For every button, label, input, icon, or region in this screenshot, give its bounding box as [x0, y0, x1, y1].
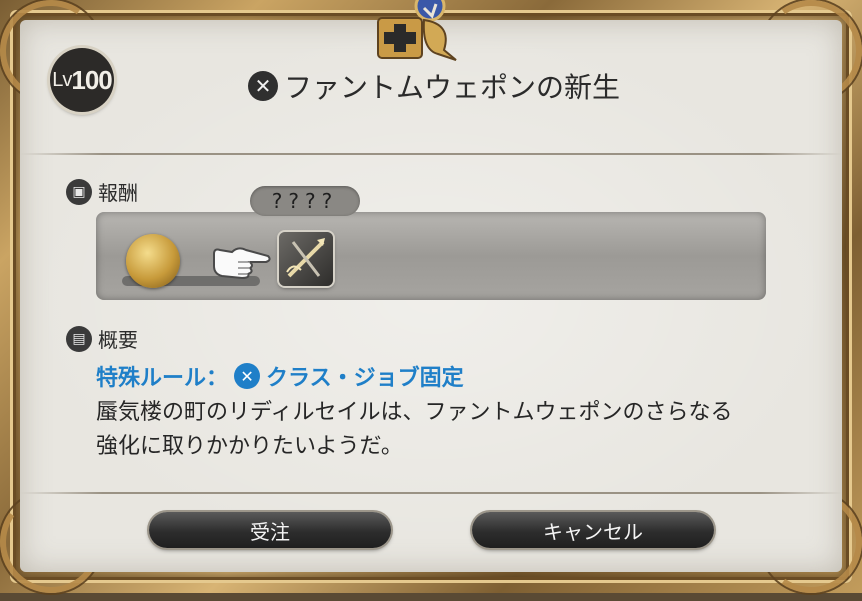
gil-coin-icon[interactable]	[126, 234, 180, 288]
level-value: 100	[71, 64, 112, 95]
description-line: 蜃気楼の町のリディルセイルは、ファントムウェポンのさらなる	[96, 400, 733, 425]
book-icon: ▤	[66, 325, 92, 352]
reward-bag-icon: ▣	[66, 178, 92, 205]
pointing-hand-icon	[213, 247, 271, 280]
rewards-heading-text: 報酬	[98, 181, 138, 205]
rule-x-icon: ✕	[234, 363, 261, 389]
accept-button[interactable]: 受注	[149, 512, 391, 548]
quest-title: ✕ ファントムウェポンの新生	[248, 66, 620, 106]
level-badge: Lv 100	[50, 48, 114, 112]
phantom-weapon-item-icon[interactable]	[279, 232, 333, 286]
summary-heading-text: 概要	[98, 328, 138, 352]
cancel-button[interactable]: キャンセル	[472, 512, 714, 548]
level-prefix: Lv	[52, 68, 72, 91]
quest-title-text: ファントムウェポンの新生	[284, 71, 621, 104]
quest-emblem-icon	[377, 0, 457, 61]
summary-heading: ▤ 概要	[66, 324, 138, 353]
divider	[20, 492, 842, 494]
crossed-weapons-icon	[286, 238, 325, 278]
quest-description: 蜃気楼の町のリディルセイルは、ファントムウェポンのさらなる 強化に取りかかりたい…	[96, 396, 776, 464]
special-rule: 特殊ルール： ✕ クラス・ジョブ固定	[96, 360, 464, 392]
close-x-icon: ✕	[248, 71, 278, 101]
special-rule-value: クラス・ジョブ固定	[266, 366, 464, 391]
unknown-reward-label: ????	[250, 186, 360, 216]
description-line: 強化に取りかかりたいようだ。	[96, 434, 403, 459]
divider	[20, 153, 842, 155]
rewards-heading: ▣ 報酬	[66, 177, 138, 206]
reward-box	[96, 212, 766, 300]
special-rule-label: 特殊ルール：	[96, 366, 229, 391]
